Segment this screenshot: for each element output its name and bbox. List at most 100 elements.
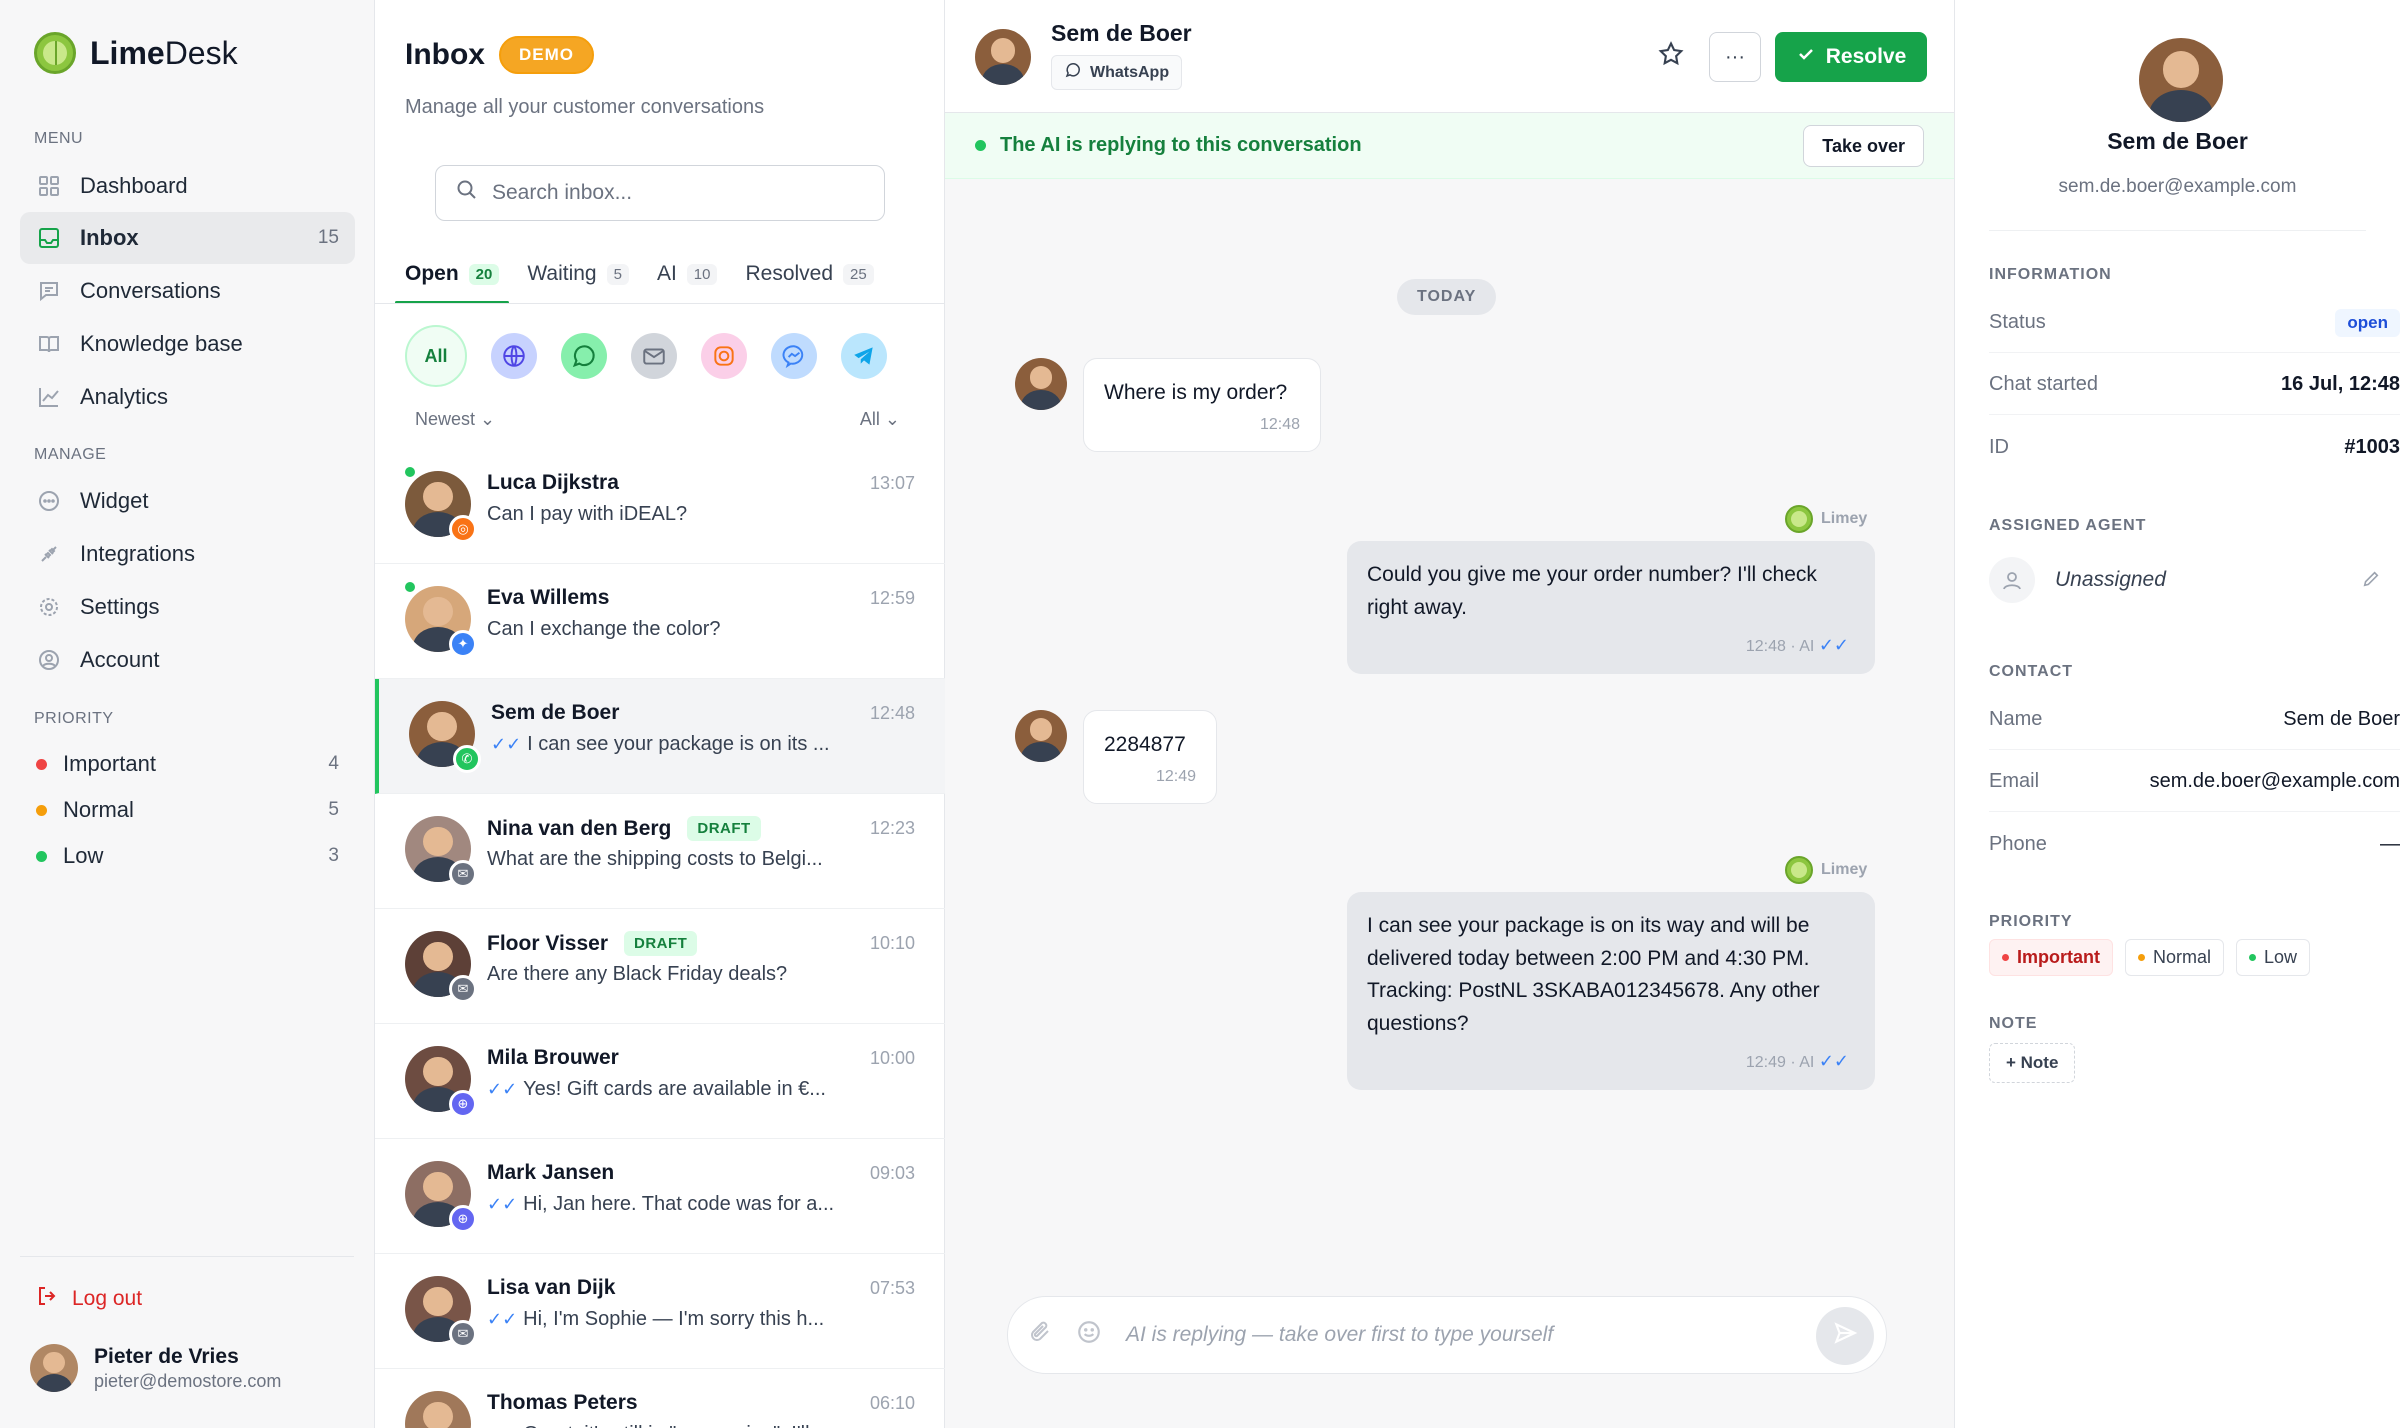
sort-dropdown[interactable]: Newest ⌄: [415, 409, 495, 430]
more-options-button[interactable]: ···: [1709, 32, 1761, 82]
chip-label: Important: [2017, 947, 2100, 967]
priority-count: 5: [328, 799, 339, 820]
conversation-name: Lisa van Dijk: [487, 1276, 616, 1299]
double-check-icon: ✓✓: [1818, 635, 1849, 656]
message-text: I can see your package is on its way and…: [1367, 914, 1820, 1035]
conversation-item[interactable]: ◎ Luca Dijkstra 13:07 Can I pay with iDEAL?: [375, 449, 945, 564]
chat-started-row: Chat started 16 Jul, 12:48: [1989, 355, 2400, 415]
divider: [1989, 230, 2366, 231]
whatsapp-icon[interactable]: [561, 333, 607, 379]
message-meta: 12:48 · AI ✓✓: [1367, 632, 1855, 660]
sidebar-item-account[interactable]: Account: [20, 634, 355, 686]
tab-open[interactable]: Open 20: [394, 258, 510, 304]
note-section-label: NOTE: [1989, 1015, 2038, 1032]
brand-name-strong: Lime: [90, 34, 165, 71]
sidebar-priority-normal[interactable]: Normal 5: [20, 787, 355, 833]
priority-chip-low[interactable]: Low: [2236, 939, 2311, 976]
filter-label: All: [859, 409, 880, 429]
logo[interactable]: LimeDesk: [34, 32, 238, 74]
sidebar-item-analytics[interactable]: Analytics: [20, 371, 355, 423]
conversation-item[interactable]: ✉ Lisa van Dijk 07:53 ✓✓ Hi, I'm Sophie — I'…: [375, 1254, 945, 1369]
row-key: Status: [1989, 311, 2046, 333]
priority-chip-normal[interactable]: Normal: [2125, 939, 2225, 976]
filter-dropdown[interactable]: All ⌄: [860, 409, 900, 430]
instagram-icon[interactable]: [701, 333, 747, 379]
sidebar-item-integrations[interactable]: Integrations: [20, 528, 355, 580]
lime-bot-icon: [1785, 856, 1813, 884]
priority-chip-important[interactable]: Important: [1989, 939, 2113, 976]
messenger-icon[interactable]: [771, 333, 817, 379]
sidebar-item-widget[interactable]: Widget: [20, 475, 355, 527]
tab-ai[interactable]: AI 10: [657, 258, 718, 304]
widget-icon: [36, 488, 62, 514]
sidebar-priority-low[interactable]: Low 3: [20, 833, 355, 879]
globe-icon[interactable]: [491, 333, 537, 379]
email-icon[interactable]: [631, 333, 677, 379]
sidebar-priority-important[interactable]: Important 4: [20, 741, 355, 787]
contact-phone-row: Phone —: [1989, 814, 2400, 874]
row-key: Name: [1989, 708, 2043, 730]
conversation-item[interactable]: ⊕ Mark Jansen 09:03 ✓✓ Hi, Jan here. That co…: [375, 1139, 945, 1254]
email-icon: ✉: [449, 1320, 477, 1348]
tab-label: AI: [656, 262, 677, 285]
logout-button[interactable]: Log out: [36, 1284, 142, 1314]
conversation-item[interactable]: ✉ Nina van den Berg DRAFT 12:23 What are the…: [375, 794, 945, 909]
message-time: 12:48 · AI: [1745, 638, 1815, 656]
message-text: Where is my order?: [1104, 381, 1288, 404]
sidebar-item-label: Conversations: [80, 278, 221, 303]
message-incoming: Where is my order? 12:48: [1083, 358, 1321, 452]
search-input[interactable]: Search inbox...: [435, 165, 885, 221]
conversation-item[interactable]: ⊕ Mila Brouwer 10:00 ✓✓ Yes! Gift cards are …: [375, 1024, 945, 1139]
paperclip-icon[interactable]: [1028, 1320, 1052, 1350]
conversation-name: Thomas Peters: [487, 1391, 638, 1414]
row-key: Chat started: [1989, 373, 2098, 395]
plug-icon: [36, 541, 62, 567]
tab-resolved[interactable]: Resolved 25: [745, 258, 874, 304]
resolve-button[interactable]: Resolve: [1775, 32, 1927, 82]
sidebar-item-conversations[interactable]: Conversations: [20, 265, 355, 317]
manage-section-label: MANAGE: [34, 446, 107, 463]
send-button[interactable]: [1816, 1307, 1874, 1365]
online-indicator: [405, 582, 415, 592]
current-user[interactable]: Pieter de Vries pieter@demostore.com: [30, 1344, 281, 1392]
telegram-icon[interactable]: [841, 333, 887, 379]
conversation-time: 10:10: [869, 933, 915, 953]
user-email: pieter@demostore.com: [94, 1370, 282, 1391]
conversation-preview: Great, it's still in "processing". I'll.…: [523, 1423, 826, 1428]
priority-label: Normal: [63, 797, 134, 822]
priority-selector: Important Normal Low: [1989, 939, 2311, 976]
red-dot-icon: [2002, 954, 2009, 961]
pencil-icon[interactable]: [2362, 570, 2380, 594]
assigned-agent[interactable]: Unassigned: [1989, 557, 2166, 603]
sidebar-item-label: Inbox: [80, 225, 139, 250]
message-input[interactable]: AI is replying — take over first to type…: [1126, 1323, 1553, 1347]
conversation-item[interactable]: ⊕Thomas Peters06:10✓✓Great, it's still i…: [375, 1369, 945, 1428]
sidebar-item-settings[interactable]: Settings: [20, 581, 355, 633]
emoji-icon[interactable]: [1076, 1319, 1102, 1351]
conversation-item[interactable]: ✆ Sem de Boer 12:48 ✓✓ I can see your packag…: [375, 679, 945, 794]
day-separator: TODAY: [1397, 279, 1497, 315]
conversation-name: Floor Visser: [487, 931, 608, 955]
sidebar-item-knowledge-base[interactable]: Knowledge base: [20, 318, 355, 370]
chevron-down-icon: ⌄: [480, 409, 496, 429]
sort-label: Newest: [415, 409, 476, 429]
whatsapp-icon: ✆: [453, 745, 481, 773]
conversation-item[interactable]: ✦ Eva Willems 12:59 Can I exchange the colo…: [375, 564, 945, 679]
tab-waiting[interactable]: Waiting 5: [527, 258, 629, 304]
channel-filter-all[interactable]: All: [405, 325, 467, 387]
conversation-item[interactable]: ✉ Floor Visser DRAFT 10:10 Are there any Bla…: [375, 909, 945, 1024]
row-key: ID: [1989, 435, 2009, 458]
ai-status-text: The AI is replying to this conversation: [1000, 134, 1362, 156]
star-icon[interactable]: [1657, 40, 1685, 75]
add-note-button[interactable]: + Note: [1989, 1043, 2076, 1083]
row-key: Phone: [1989, 832, 2047, 855]
tab-label: Waiting: [527, 262, 597, 285]
sidebar-item-dashboard[interactable]: Dashboard: [20, 160, 355, 212]
message-incoming: 2284877 12:49: [1083, 710, 1217, 804]
channel-label: WhatsApp: [1090, 63, 1170, 81]
conversation-time: 13:07: [869, 473, 915, 493]
take-over-button[interactable]: Take over: [1803, 125, 1924, 167]
inbox-icon: [36, 225, 62, 251]
orange-dot-icon: [36, 804, 47, 816]
sidebar-item-inbox[interactable]: Inbox 15: [20, 212, 355, 264]
